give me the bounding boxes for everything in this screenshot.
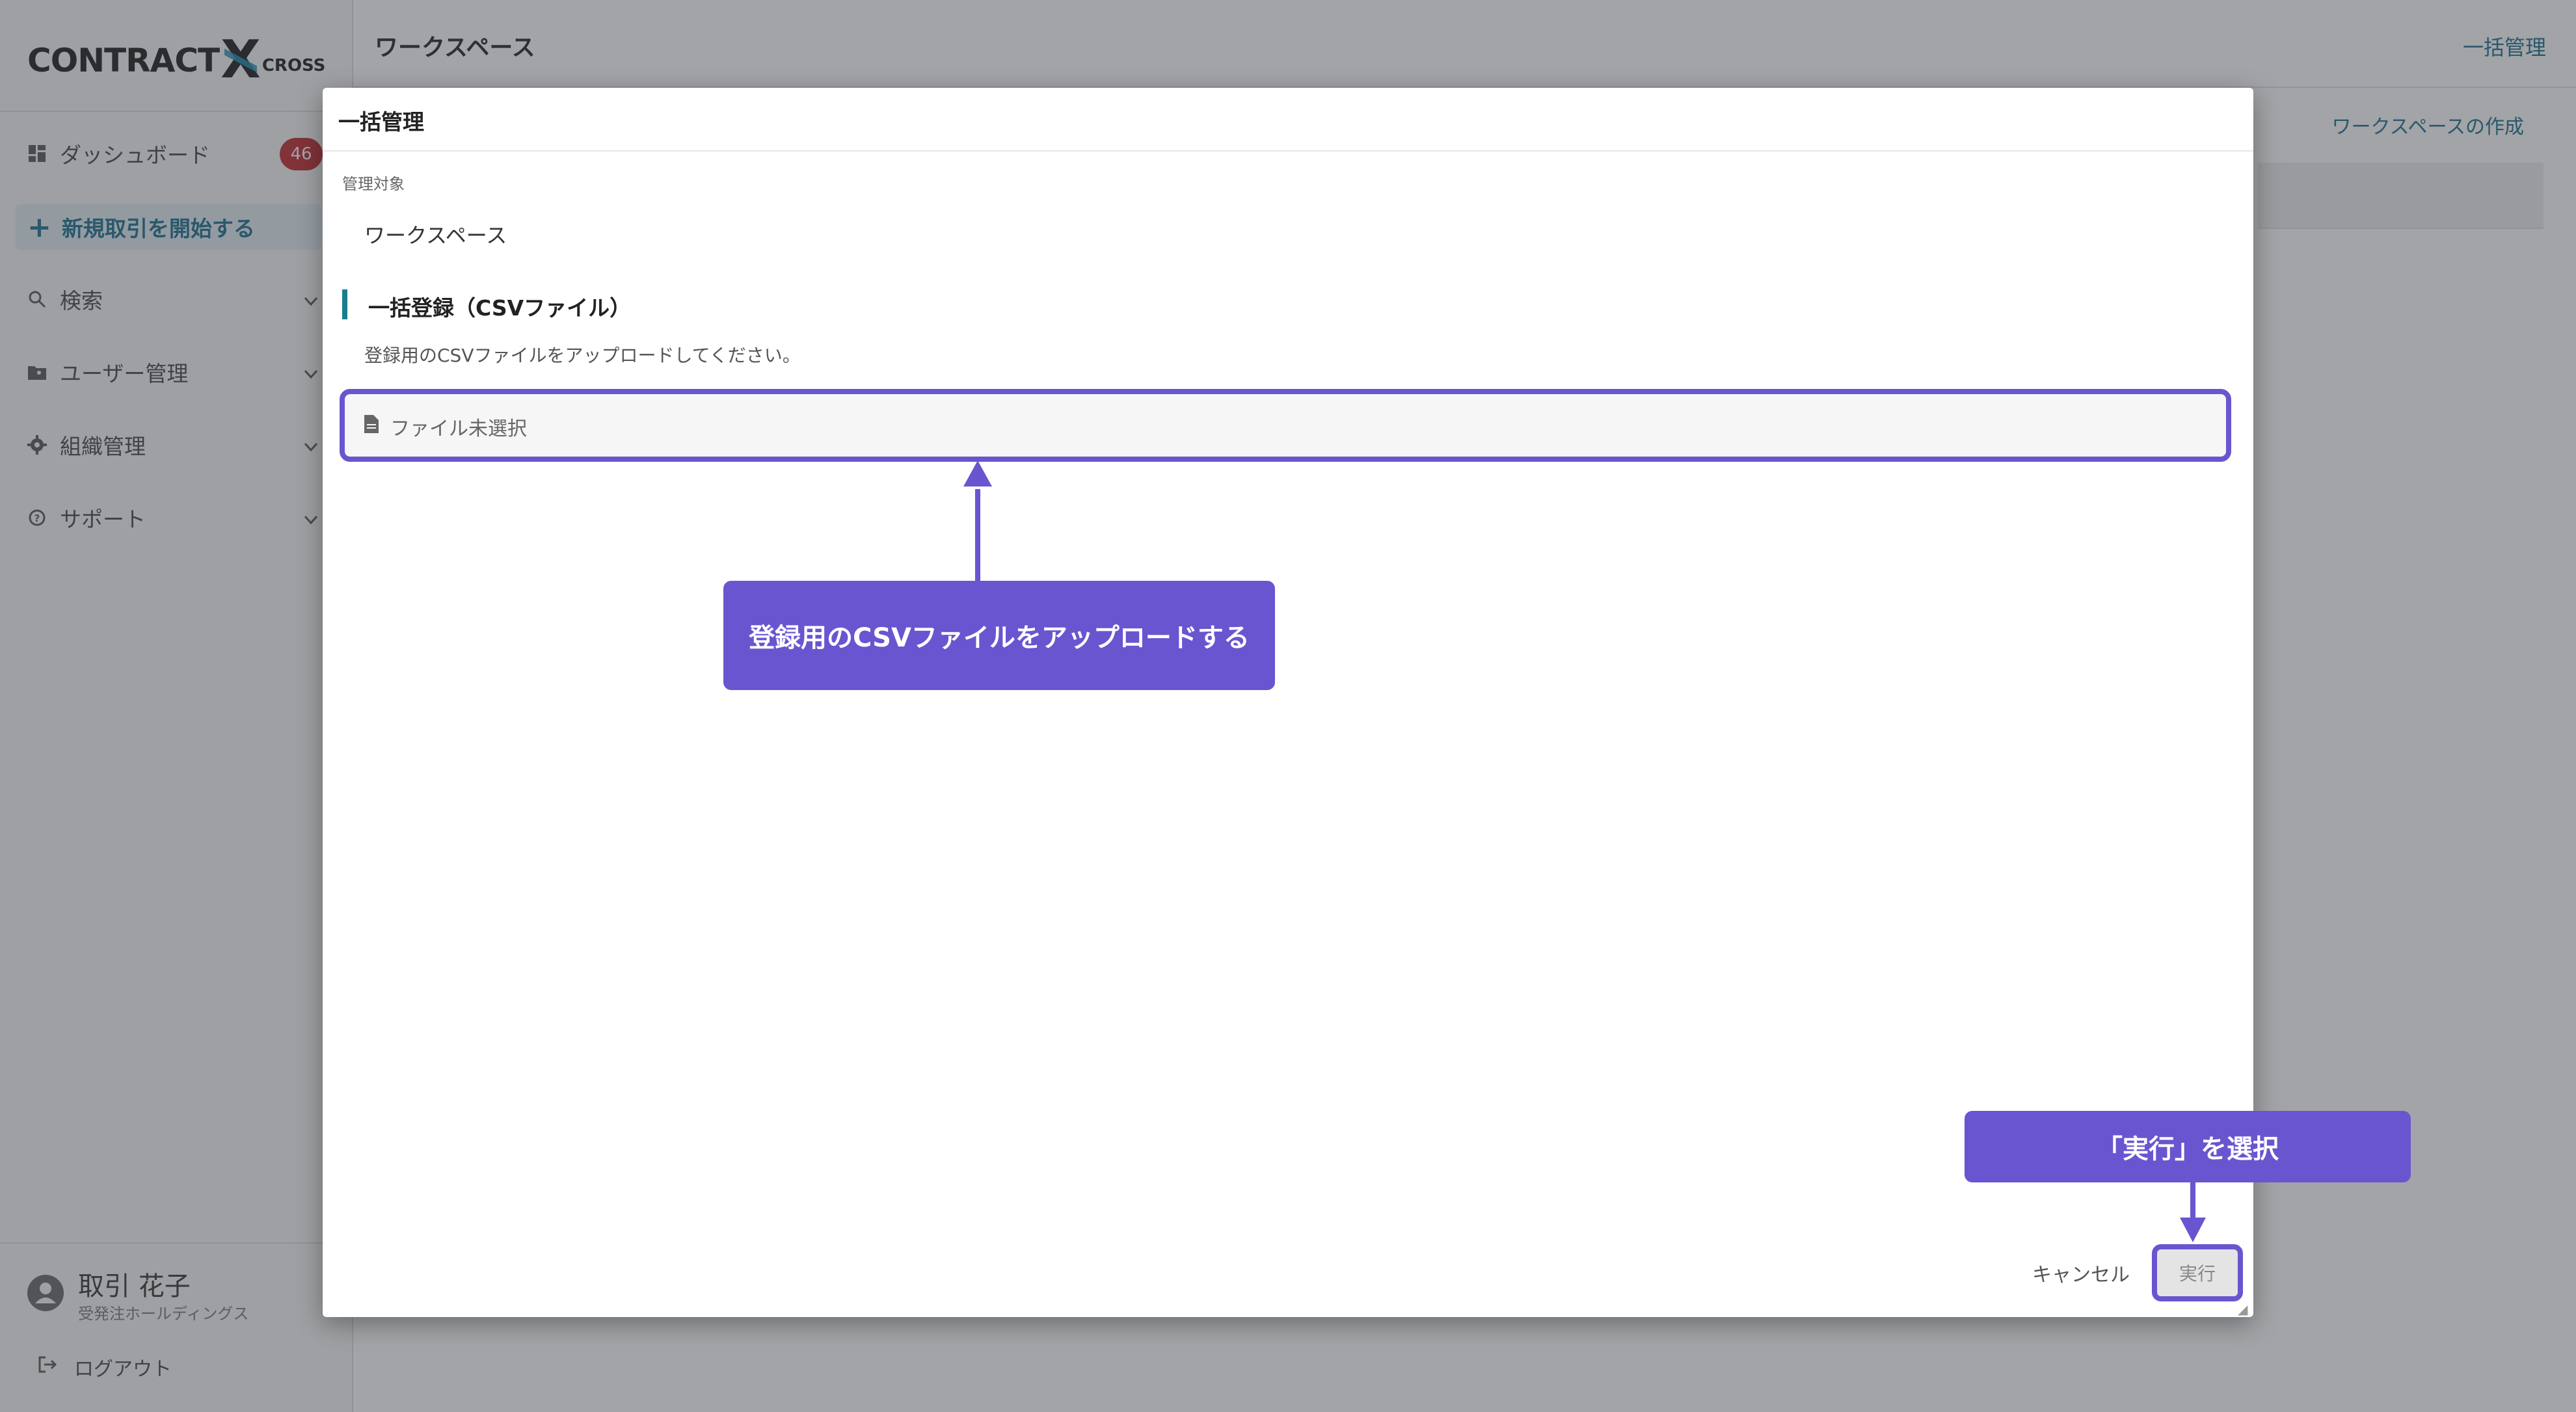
run-callout: 「実行」を選択 (1965, 1111, 2411, 1182)
run-arrow-head (2180, 1218, 2206, 1242)
annotation-arrows (963, 460, 2206, 1242)
upload-callout: 登録用のCSVファイルをアップロードする (723, 581, 1275, 690)
upload-arrow-head (963, 460, 992, 486)
